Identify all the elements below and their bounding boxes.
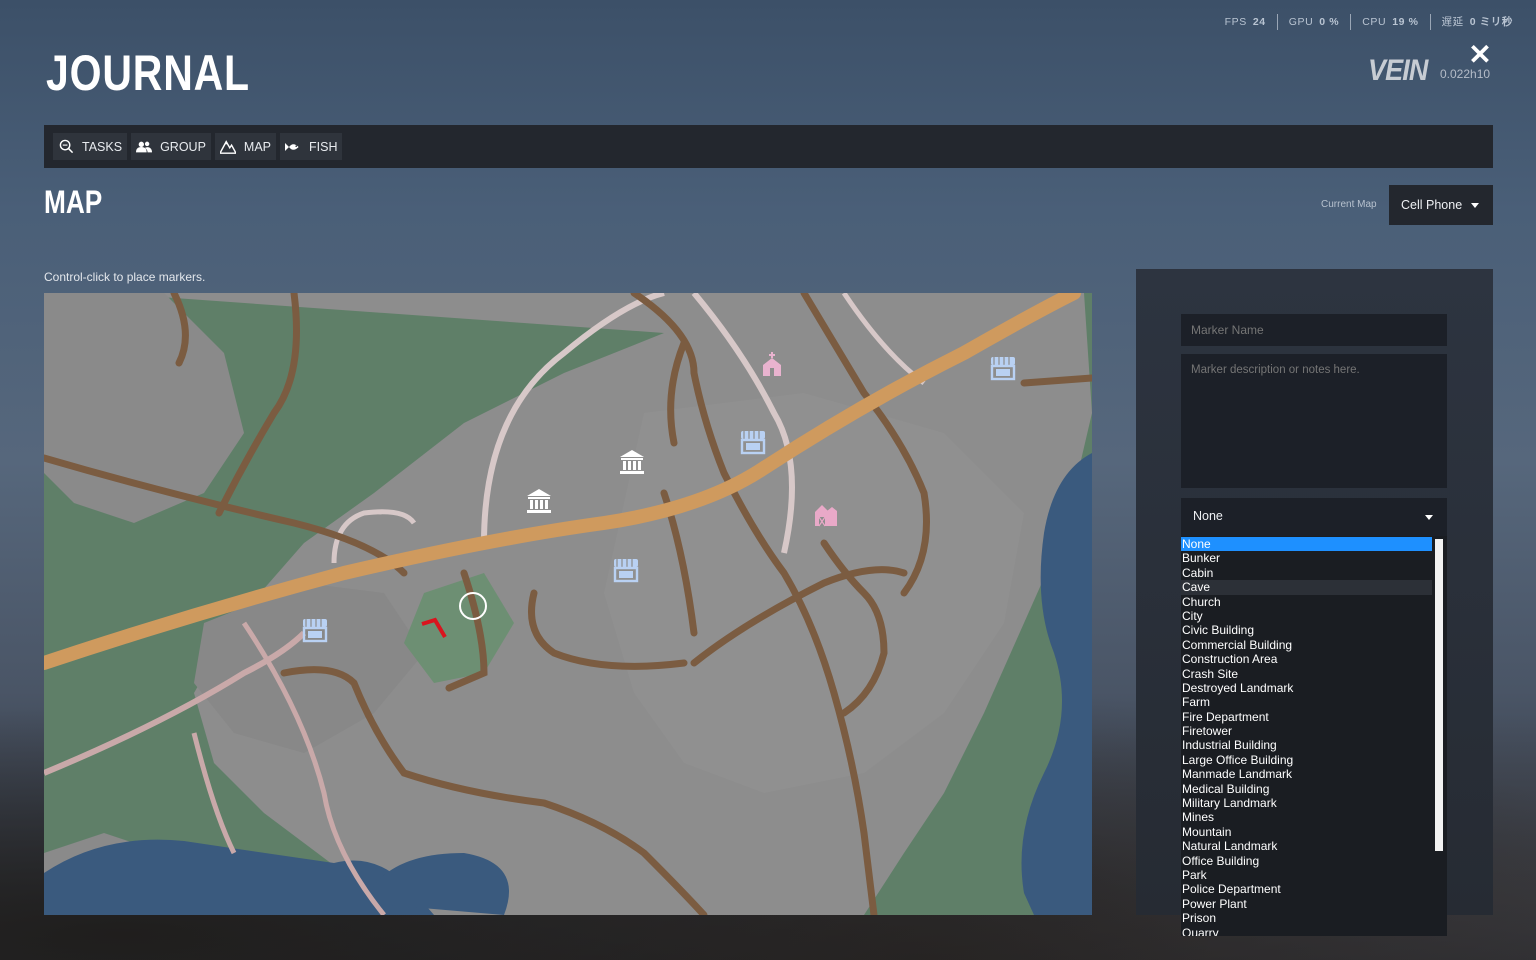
dropdown-option[interactable]: Quarry — [1181, 926, 1432, 936]
dropdown-option[interactable]: Prison — [1181, 911, 1432, 925]
dropdown-option[interactable]: Church — [1181, 595, 1432, 609]
shop-icon[interactable] — [738, 427, 768, 457]
latency-readout: 遅延 0 ミリ秒 — [1429, 14, 1524, 30]
dropdown-option[interactable]: Power Plant — [1181, 897, 1432, 911]
search-icon — [58, 139, 74, 155]
cpu-readout: CPU 19 % — [1350, 14, 1429, 30]
dropdown-option[interactable]: Office Building — [1181, 854, 1432, 868]
map-hint: Control-click to place markers. — [44, 270, 206, 284]
journal-tab-bar: TASKS GROUP MAP FISH — [44, 125, 1493, 168]
marker-type-value: None — [1193, 509, 1223, 523]
dropdown-option[interactable]: Large Office Building — [1181, 753, 1432, 767]
tab-label: FISH — [309, 139, 338, 154]
church-icon[interactable] — [758, 350, 786, 378]
dropdown-option[interactable]: Construction Area — [1181, 652, 1432, 666]
dropdown-option[interactable]: Industrial Building — [1181, 738, 1432, 752]
dropdown-option[interactable]: Mines — [1181, 810, 1432, 824]
dropdown-option[interactable]: Mountain — [1181, 825, 1432, 839]
page-title: JOURNAL — [46, 45, 250, 101]
shop-icon[interactable] — [988, 353, 1018, 383]
shop-icon[interactable] — [611, 555, 641, 585]
tab-fish[interactable]: FISH — [280, 133, 343, 160]
civic-building-icon[interactable] — [618, 448, 646, 476]
shop-icon[interactable] — [300, 615, 330, 645]
current-map-label: Current Map — [1321, 199, 1377, 210]
marker-type-options: None Bunker Cabin Cave Church City Civic Build… — [1181, 536, 1447, 936]
tab-group[interactable]: GROUP — [131, 133, 211, 160]
farm-icon[interactable] — [812, 501, 840, 529]
section-title: MAP — [44, 184, 103, 220]
mountain-icon — [219, 139, 236, 155]
dropdown-option[interactable]: Destroyed Landmark — [1181, 681, 1432, 695]
chevron-down-icon — [1425, 515, 1433, 520]
dropdown-option[interactable]: Park — [1181, 868, 1432, 882]
game-logo: VEIN — [1368, 54, 1428, 87]
tab-tasks[interactable]: TASKS — [53, 133, 128, 160]
dropdown-option[interactable]: Military Landmark — [1181, 796, 1432, 810]
fps-readout: FPS 24 — [1224, 16, 1266, 28]
scrollbar-thumb[interactable] — [1435, 539, 1443, 851]
options-list: None Bunker Cabin Cave Church City Civic Build… — [1181, 537, 1432, 936]
current-map-dropdown[interactable]: Cell Phone — [1389, 185, 1493, 225]
tab-label: TASKS — [82, 139, 123, 154]
player-direction-icon — [421, 617, 447, 639]
marker-type-dropdown[interactable]: None — [1181, 498, 1447, 536]
dropdown-option[interactable]: Natural Landmark — [1181, 839, 1432, 853]
close-icon[interactable]: ✕ — [1468, 41, 1492, 69]
group-icon — [136, 139, 153, 155]
tab-label: GROUP — [160, 139, 206, 154]
gpu-readout: GPU 0 % — [1276, 14, 1350, 30]
dropdown-option[interactable]: Bunker — [1181, 551, 1432, 565]
current-map-value: Cell Phone — [1401, 198, 1463, 212]
marker-description-input[interactable] — [1181, 354, 1447, 488]
fish-icon — [285, 139, 301, 155]
dropdown-option[interactable]: Cave — [1181, 580, 1432, 595]
dropdown-option[interactable]: Medical Building — [1181, 782, 1432, 796]
tab-label: MAP — [243, 139, 271, 154]
chevron-down-icon — [1471, 203, 1479, 208]
dropdown-option[interactable]: Fire Department — [1181, 710, 1432, 724]
dropdown-option[interactable]: Farm — [1181, 695, 1432, 709]
performance-overlay: FPS 24 GPU 0 % CPU 19 % 遅延 0 ミリ秒 — [1214, 14, 1524, 30]
dropdown-option[interactable]: Civic Building — [1181, 623, 1432, 637]
dropdown-option[interactable]: Crash Site — [1181, 667, 1432, 681]
map-terrain — [44, 293, 1092, 915]
dropdown-option[interactable]: Commercial Building — [1181, 638, 1432, 652]
dropdown-option[interactable]: Cabin — [1181, 566, 1432, 580]
dropdown-option[interactable]: Manmade Landmark — [1181, 767, 1432, 781]
marker-name-input[interactable] — [1181, 314, 1447, 346]
dropdown-option[interactable]: City — [1181, 609, 1432, 623]
dropdown-option[interactable]: Police Department — [1181, 882, 1432, 896]
dropdown-option[interactable]: Firetower — [1181, 724, 1432, 738]
player-position-icon — [459, 592, 487, 620]
tab-map[interactable]: MAP — [214, 133, 276, 160]
dropdown-option[interactable]: None — [1181, 537, 1432, 552]
civic-building-icon[interactable] — [525, 487, 553, 515]
map-canvas[interactable] — [44, 293, 1092, 915]
